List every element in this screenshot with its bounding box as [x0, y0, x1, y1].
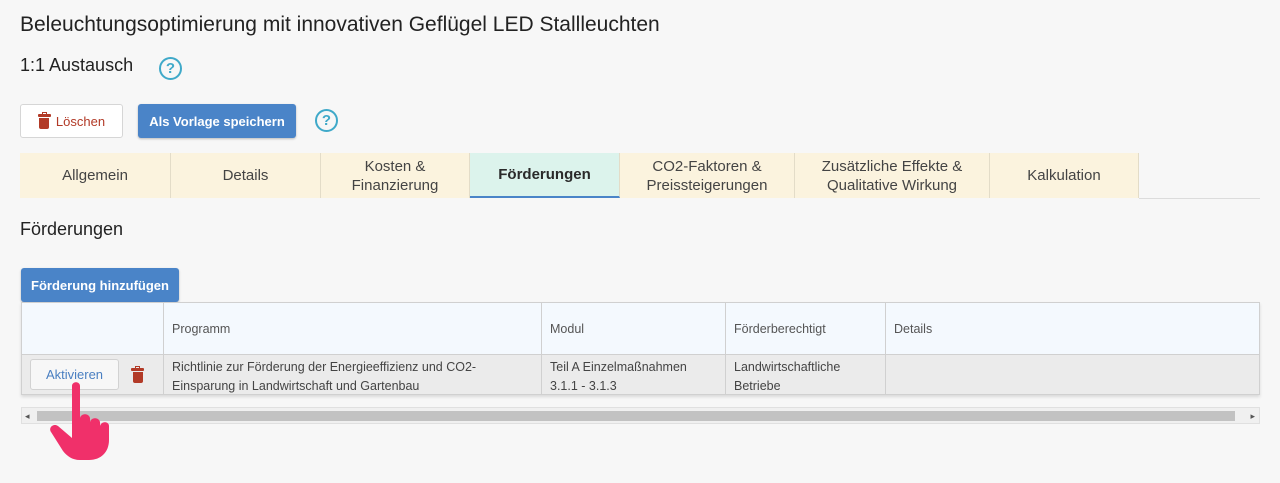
- delete-button[interactable]: Löschen: [20, 104, 123, 138]
- save-template-button[interactable]: Als Vorlage speichern: [138, 104, 296, 138]
- tab-kosten-finanzierung[interactable]: Kosten & Finanzierung: [321, 153, 470, 198]
- table-header: Programm Modul Förderberechtigt Details: [22, 303, 1259, 355]
- page-subtitle: 1:1 Austausch: [20, 55, 134, 75]
- tab-label: Kosten & Finanzierung: [351, 157, 439, 194]
- trash-icon[interactable]: [131, 366, 144, 383]
- column-header-details[interactable]: Details: [886, 303, 1259, 354]
- trash-icon: [37, 112, 51, 129]
- tab-kalkulation[interactable]: Kalkulation: [990, 153, 1139, 198]
- tab-label: Zusätzliche Effekte & Qualitative Wirkun…: [821, 157, 963, 194]
- tab-bar-divider: [1139, 198, 1260, 199]
- funding-table: Programm Modul Förderberechtigt Details …: [21, 302, 1260, 395]
- cell-modul: Teil A Einzelmaßnahmen 3.1.1 - 3.1.3: [542, 355, 726, 394]
- tab-foerderungen[interactable]: Förderungen: [470, 153, 620, 198]
- section-title: Förderungen: [20, 219, 124, 239]
- cell-details: [886, 355, 1259, 394]
- tab-allgemein[interactable]: Allgemein: [20, 153, 171, 198]
- help-icon[interactable]: ?: [315, 109, 338, 132]
- cell-foerderberechtigt: Landwirtschaftliche Betriebe: [726, 355, 886, 394]
- column-header-foerderberechtigt[interactable]: Förderberechtigt: [726, 303, 886, 354]
- tab-details[interactable]: Details: [171, 153, 321, 198]
- tab-label: CO2-Faktoren & Preissteigerungen: [646, 157, 768, 194]
- column-header-programm[interactable]: Programm: [164, 303, 542, 354]
- delete-button-label: Löschen: [55, 113, 106, 129]
- page-title: Beleuchtungsoptimierung mit innovativen …: [20, 13, 660, 36]
- help-icon[interactable]: ?: [159, 57, 182, 80]
- scroll-thumb[interactable]: [37, 411, 1235, 421]
- column-header-actions: [22, 303, 164, 354]
- column-header-modul[interactable]: Modul: [542, 303, 726, 354]
- add-funding-button[interactable]: Förderung hinzufügen: [21, 268, 179, 302]
- tab-co2-faktoren[interactable]: CO2-Faktoren & Preissteigerungen: [620, 153, 795, 198]
- scroll-right-icon[interactable]: ▸: [1250, 409, 1255, 423]
- cell-programm: Richtlinie zur Förderung der Energieeffi…: [164, 355, 542, 394]
- scroll-left-icon[interactable]: ◂: [25, 409, 30, 423]
- tab-zusaetzliche-effekte[interactable]: Zusätzliche Effekte & Qualitative Wirkun…: [795, 153, 990, 198]
- table-row[interactable]: Aktivieren Richtlinie zur Förderung der …: [22, 355, 1259, 394]
- tab-bar: Allgemein Details Kosten & Finanzierung …: [20, 153, 1139, 198]
- horizontal-scrollbar[interactable]: ◂ ▸: [21, 407, 1260, 424]
- hand-pointer-icon: [50, 382, 109, 460]
